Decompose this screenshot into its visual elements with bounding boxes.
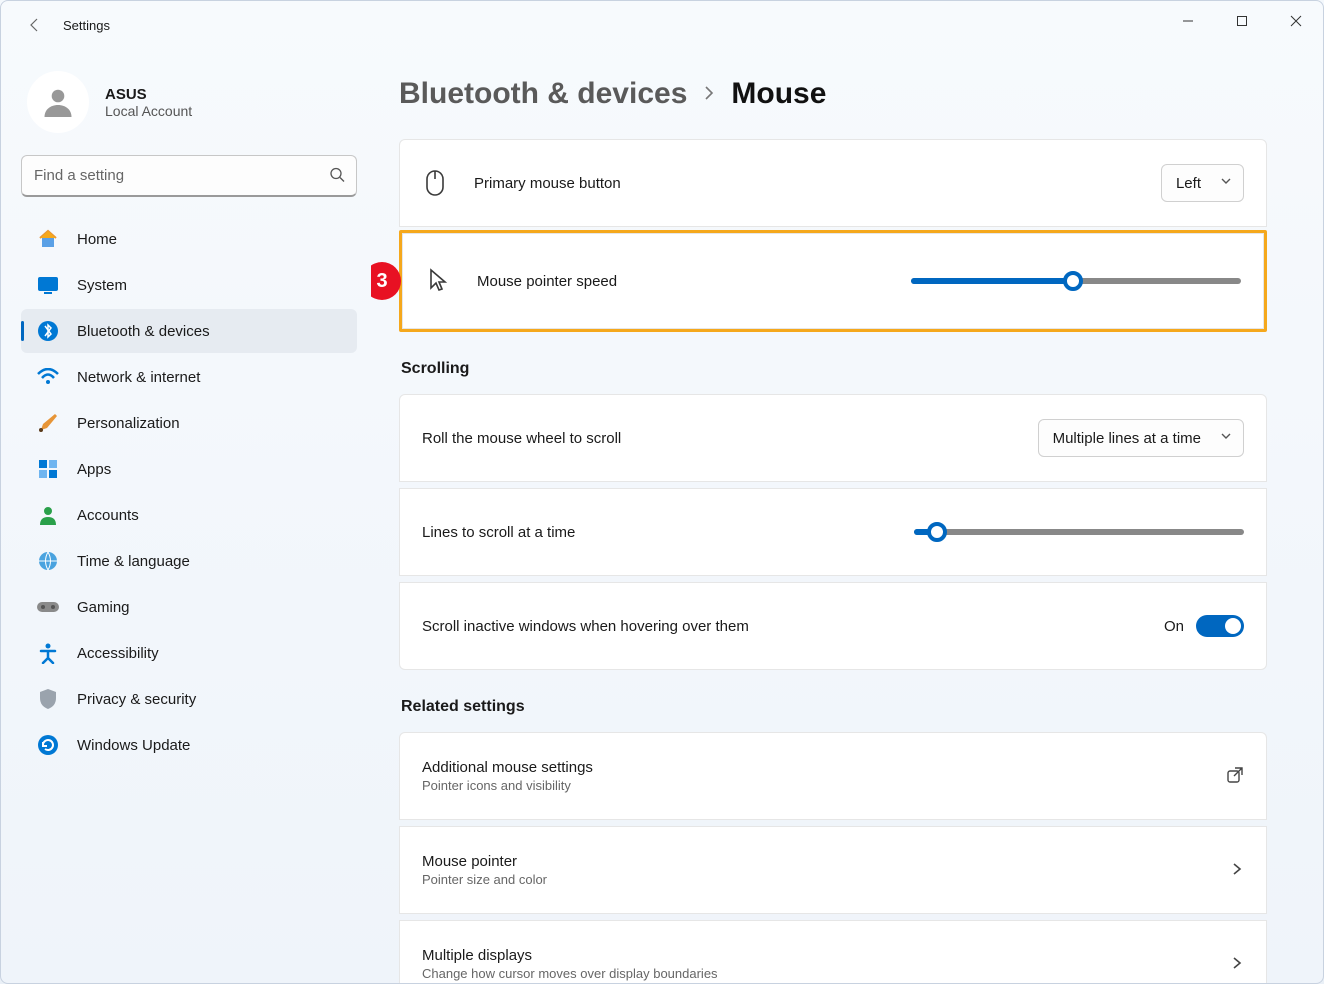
sidebar-item-access[interactable]: Accessibility	[21, 631, 357, 675]
section-title-scrolling: Scrolling	[401, 360, 1267, 378]
select-value: Left	[1176, 175, 1201, 192]
breadcrumb-current: Mouse	[731, 77, 826, 111]
lines-scroll-slider[interactable]	[914, 529, 1244, 535]
setting-subtitle: Pointer size and color	[422, 872, 547, 887]
setting-subtitle: Change how cursor moves over display bou…	[422, 966, 718, 981]
sidebar-item-update[interactable]: Windows Update	[21, 723, 357, 767]
search-box	[21, 155, 357, 197]
brush-icon	[35, 410, 61, 436]
scroll-inactive-toggle[interactable]	[1196, 615, 1244, 637]
person-icon	[35, 502, 61, 528]
sidebar-item-label: Accessibility	[77, 645, 159, 662]
sidebar-item-shield[interactable]: Privacy & security	[21, 677, 357, 721]
roll-wheel-setting: Roll the mouse wheel to scroll Multiple …	[399, 394, 1267, 482]
wifi-icon	[35, 364, 61, 390]
section-title-related: Related settings	[401, 698, 1267, 716]
chevron-right-icon	[1230, 862, 1244, 879]
sidebar-item-globe[interactable]: Time & language	[21, 539, 357, 583]
roll-wheel-select[interactable]: Multiple lines at a time	[1038, 419, 1244, 457]
sidebar-item-label: Personalization	[77, 415, 180, 432]
scroll-inactive-setting: Scroll inactive windows when hovering ov…	[399, 582, 1267, 670]
sidebar-item-label: Network & internet	[77, 369, 200, 386]
sidebar: ASUS Local Account Home System Bluetooth &…	[1, 49, 371, 983]
setting-label: Mouse pointer speed	[477, 273, 617, 290]
related-setting-link[interactable]: Additional mouse settings Pointer icons …	[399, 732, 1267, 820]
sidebar-item-label: Accounts	[77, 507, 139, 524]
sidebar-item-brush[interactable]: Personalization	[21, 401, 357, 445]
sidebar-item-system[interactable]: System	[21, 263, 357, 307]
sidebar-item-label: Apps	[77, 461, 111, 478]
chevron-right-icon	[701, 81, 717, 107]
setting-label: Mouse pointer	[422, 853, 547, 870]
breadcrumb: Bluetooth & devices Mouse	[399, 77, 1267, 111]
primary-button-select[interactable]: Left	[1161, 164, 1244, 202]
related-setting-link[interactable]: Mouse pointer Pointer size and color	[399, 826, 1267, 914]
sidebar-item-wifi[interactable]: Network & internet	[21, 355, 357, 399]
nav-list: Home System Bluetooth & devices Network & i…	[21, 217, 357, 767]
chevron-down-icon	[1219, 429, 1233, 447]
close-button[interactable]	[1269, 1, 1323, 41]
sidebar-item-bluetooth[interactable]: Bluetooth & devices	[21, 309, 357, 353]
pointer-speed-slider[interactable]	[911, 278, 1241, 284]
search-input[interactable]	[21, 155, 357, 197]
setting-label: Roll the mouse wheel to scroll	[422, 430, 621, 447]
setting-subtitle: Pointer icons and visibility	[422, 778, 593, 793]
sidebar-item-gamepad[interactable]: Gaming	[21, 585, 357, 629]
primary-mouse-button-setting: Primary mouse button Left	[399, 139, 1267, 227]
maximize-button[interactable]	[1215, 1, 1269, 41]
gamepad-icon	[35, 594, 61, 620]
titlebar: Settings	[1, 1, 1323, 49]
lines-scroll-setting: Lines to scroll at a time	[399, 488, 1267, 576]
sidebar-item-label: Gaming	[77, 599, 130, 616]
highlight-annotation: 3 Mouse pointer speed	[399, 230, 1267, 332]
breadcrumb-parent[interactable]: Bluetooth & devices	[399, 77, 687, 111]
system-icon	[35, 272, 61, 298]
external-link-icon	[1226, 766, 1244, 787]
user-name: ASUS	[105, 86, 192, 103]
app-title: Settings	[63, 18, 110, 33]
sidebar-item-label: Windows Update	[77, 737, 190, 754]
sidebar-item-home[interactable]: Home	[21, 217, 357, 261]
bluetooth-icon	[35, 318, 61, 344]
update-icon	[35, 732, 61, 758]
cursor-icon	[425, 268, 451, 294]
search-icon	[329, 167, 345, 186]
mouse-icon	[422, 170, 448, 196]
apps-icon	[35, 456, 61, 482]
setting-label: Multiple displays	[422, 947, 718, 964]
setting-label: Scroll inactive windows when hovering ov…	[422, 618, 749, 635]
setting-label: Additional mouse settings	[422, 759, 593, 776]
select-value: Multiple lines at a time	[1053, 430, 1201, 447]
related-setting-link[interactable]: Multiple displays Change how cursor move…	[399, 920, 1267, 983]
chevron-right-icon	[1230, 956, 1244, 973]
chevron-down-icon	[1219, 174, 1233, 192]
setting-label: Primary mouse button	[474, 175, 621, 192]
globe-icon	[35, 548, 61, 574]
toggle-state-label: On	[1164, 618, 1184, 635]
shield-icon	[35, 686, 61, 712]
sidebar-item-apps[interactable]: Apps	[21, 447, 357, 491]
avatar-icon	[27, 71, 89, 133]
main-content: Bluetooth & devices Mouse Primary mouse …	[371, 49, 1323, 983]
back-button[interactable]	[23, 13, 47, 37]
sidebar-item-label: Home	[77, 231, 117, 248]
access-icon	[35, 640, 61, 666]
home-icon	[35, 226, 61, 252]
annotation-badge: 3	[371, 262, 401, 300]
sidebar-item-label: System	[77, 277, 127, 294]
minimize-button[interactable]	[1161, 1, 1215, 41]
user-block[interactable]: ASUS Local Account	[27, 71, 357, 133]
user-subtitle: Local Account	[105, 103, 192, 119]
sidebar-item-label: Time & language	[77, 553, 190, 570]
sidebar-item-label: Bluetooth & devices	[77, 323, 210, 340]
sidebar-item-person[interactable]: Accounts	[21, 493, 357, 537]
setting-label: Lines to scroll at a time	[422, 524, 575, 541]
sidebar-item-label: Privacy & security	[77, 691, 196, 708]
